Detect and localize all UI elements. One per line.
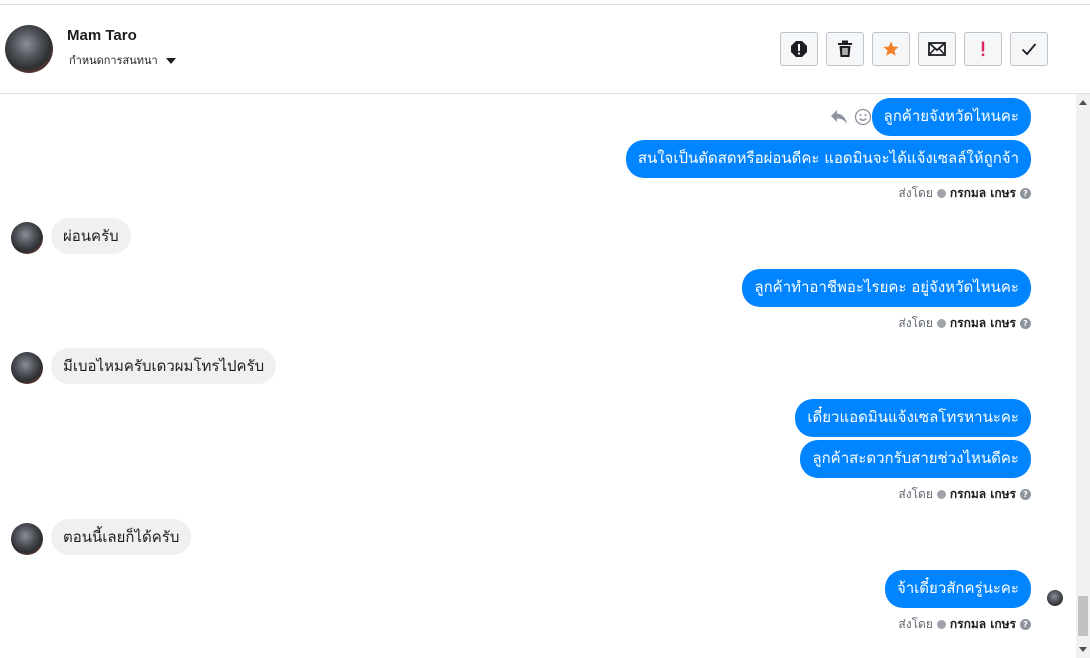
page-icon [936,319,946,328]
sent-by-agent[interactable]: กรกมล เกษร [950,615,1016,634]
page-icon [936,620,946,629]
sent-by-label: ส่งโดย กรกมล เกษร ? [898,314,1031,333]
page-icon [936,490,946,499]
assign-label: กำหนดการสนทนา [69,54,158,67]
outgoing-message[interactable]: เดี๋ยวแอดมินแจ้งเซลโทรหานะคะ [795,399,1031,437]
reply-icon[interactable] [830,109,848,125]
mark-unread-button[interactable] [918,32,956,66]
incoming-message[interactable]: ตอนนี้เลยก็ได้ครับ [51,519,192,555]
outgoing-message[interactable]: สนใจเป็นตัดสดหรือผ่อนดีคะ แอดมินจะได้แจ้… [625,140,1031,178]
follow-up-button[interactable] [964,32,1002,66]
sent-by-prefix: ส่งโดย [898,617,933,631]
outgoing-message[interactable]: ลูกค้าทำอาชีพอะไรยคะ อยู่จังหวัดไหนคะ [742,269,1031,307]
conversation-header: Mam Taro กำหนดการสนทนา [0,5,1090,94]
star-button[interactable] [872,32,910,66]
trash-icon [838,40,852,57]
emoji-icon[interactable] [854,108,872,126]
help-icon[interactable]: ? [1020,619,1031,630]
delete-button[interactable] [826,32,864,66]
vertical-scrollbar[interactable] [1076,94,1090,658]
scroll-down-arrow-icon[interactable] [1079,647,1087,652]
assign-conversation-dropdown[interactable]: กำหนดการสนทนา [69,51,176,69]
outgoing-message[interactable]: ลูกค้ายจังหวัดไหนคะ [871,98,1031,136]
exclamation-icon [981,41,985,57]
outgoing-message[interactable]: จ้าเดี๋ยวสักครู่นะคะ [884,570,1031,608]
caret-down-icon [165,57,176,64]
sent-by-prefix: ส่งโดย [898,316,933,330]
seen-indicator-avatar [1047,590,1063,606]
check-icon [1021,43,1037,56]
help-icon[interactable]: ? [1020,318,1031,329]
incoming-message[interactable]: ผ่อนครับ [51,218,131,254]
sent-by-label: ส่งโดย กรกมล เกษร ? [898,485,1031,504]
spam-button[interactable] [780,32,818,66]
sent-by-label: ส่งโดย กรกมล เกษร ? [898,184,1031,203]
page-icon [936,189,946,198]
contact-name[interactable]: Mam Taro [67,27,137,44]
scroll-up-arrow-icon[interactable] [1079,100,1087,105]
sent-by-agent[interactable]: กรกมล เกษร [950,485,1016,504]
contact-avatar-small [11,352,43,384]
message-hover-tools [830,108,872,126]
star-icon [883,41,899,56]
sent-by-agent[interactable]: กรกมล เกษร [950,184,1016,203]
message-thread[interactable]: ลูกค้ายจังหวัดไหนคะ สนใจเป็นตัดสดหรือผ่อ… [0,94,1076,658]
done-button[interactable] [1010,32,1048,66]
contact-avatar-small [11,523,43,555]
outgoing-message[interactable]: ลูกค้าสะดวกรับสายช่วงไหนดีคะ [800,440,1031,478]
sent-by-prefix: ส่งโดย [898,487,933,501]
exclamation-circle-icon [791,41,807,57]
conversation-actions [780,32,1048,66]
sent-by-label: ส่งโดย กรกมล เกษร ? [898,615,1031,634]
help-icon[interactable]: ? [1020,489,1031,500]
incoming-message[interactable]: มีเบอไหมครับเดวผมโทรไปครับ [51,348,277,384]
help-icon[interactable]: ? [1020,188,1031,199]
envelope-icon [928,42,946,56]
scrollbar-thumb[interactable] [1078,596,1088,636]
sent-by-agent[interactable]: กรกมล เกษร [950,314,1016,333]
contact-avatar[interactable] [5,25,53,73]
contact-avatar-small [11,222,43,254]
sent-by-prefix: ส่งโดย [898,186,933,200]
